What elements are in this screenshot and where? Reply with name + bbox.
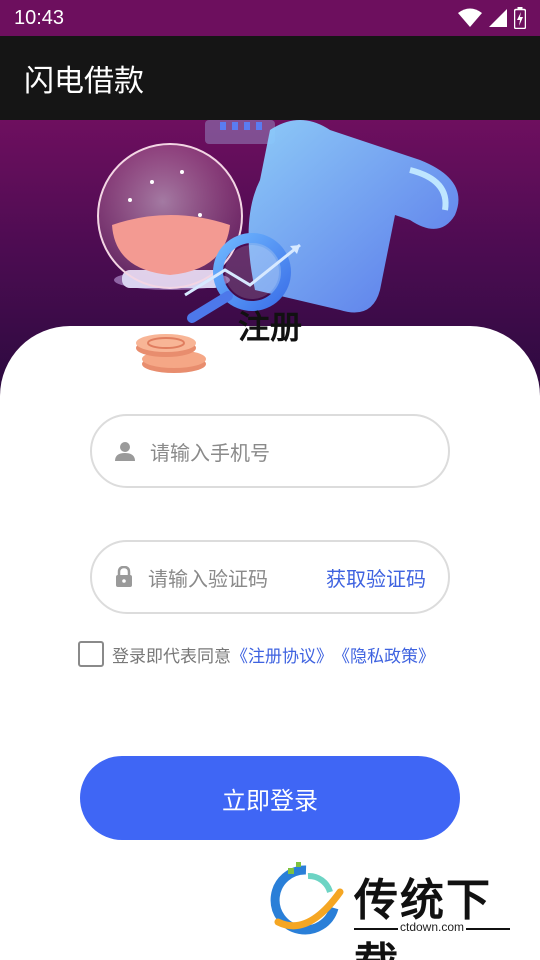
phone-input[interactable]: 请输入手机号 [150,437,426,466]
agreement-checkbox[interactable] [78,641,104,667]
signal-icon [489,9,507,27]
login-button[interactable]: 立即登录 [80,756,460,840]
watermark: 传统下载 ctdown.com [268,862,518,960]
get-code-button[interactable]: 获取验证码 [326,563,426,592]
terms-link[interactable]: 《注册协议》 [231,642,333,667]
watermark-site: ctdown.com [399,920,465,934]
agreement-row: 登录即代表同意 《注册协议》 《隐私政策》 [78,640,435,668]
app-title: 闪电借款 [24,64,144,99]
app-bar: 闪电借款 [0,36,540,120]
code-input[interactable]: 请输入验证码 [148,563,326,592]
code-field[interactable]: 请输入验证码 获取验证码 [90,540,450,614]
watermark-logo-icon [270,862,344,935]
privacy-link[interactable]: 《隐私政策》 [333,642,435,667]
status-time: 10:43 [14,6,65,29]
lock-icon [116,566,132,587]
page-title: 注册 [237,308,302,346]
watermark-brand: 传统下载 [354,875,492,960]
status-bar: 10:43 [0,0,540,36]
system-icons [458,7,526,29]
battery-icon [514,7,526,29]
agreement-text: 登录即代表同意 [112,646,231,667]
phone-field[interactable]: 请输入手机号 [90,414,450,488]
wifi-icon [458,8,482,27]
user-icon [115,442,135,461]
